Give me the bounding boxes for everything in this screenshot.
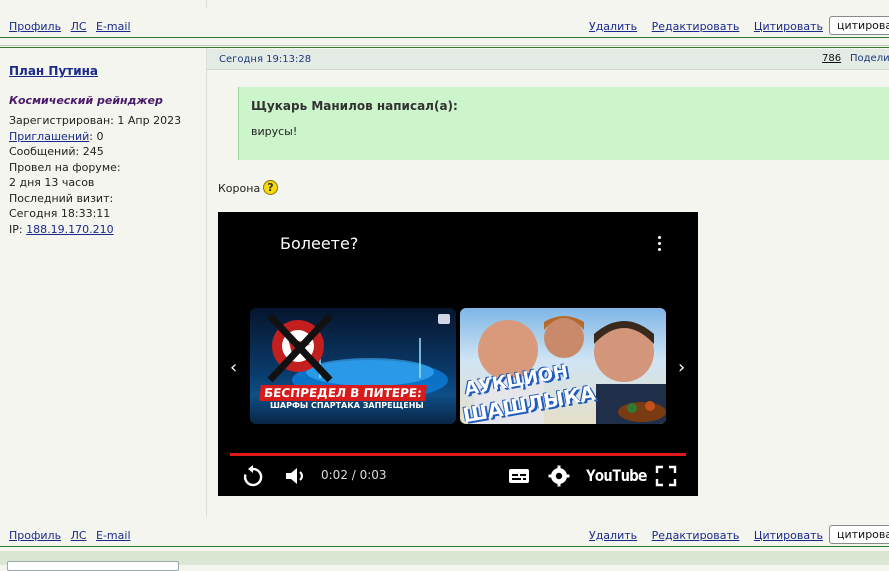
replay-icon[interactable] bbox=[242, 464, 264, 488]
post-date: Сегодня 19:13:28 bbox=[219, 54, 312, 65]
posts-count: Сообщений: 245 bbox=[9, 145, 104, 158]
carousel-prev-icon[interactable]: ‹ bbox=[230, 357, 237, 378]
username-link[interactable]: План Путина bbox=[9, 64, 98, 78]
last-visit-value: Сегодня 18:33:11 bbox=[9, 207, 111, 220]
progress-bar[interactable] bbox=[230, 453, 686, 456]
user-links: Профиль ЛС E-mail bbox=[9, 20, 137, 33]
invites-link[interactable]: Приглашений bbox=[9, 130, 89, 143]
delete-link[interactable]: Удалить bbox=[589, 20, 637, 33]
more-options-icon[interactable] bbox=[658, 236, 662, 254]
post-actions-bar-bottom: Профиль ЛС E-mail Удалить Редактировать … bbox=[0, 517, 889, 546]
related-video-thumbnail[interactable]: БЕСПРЕДЕЛ В ПИТЕРЕ: ШАРФЫ СПАРТАКА ЗАПРЕ… bbox=[250, 308, 456, 424]
pm-link[interactable]: ЛС bbox=[71, 529, 87, 542]
profile-link[interactable]: Профиль bbox=[9, 20, 61, 33]
pm-link[interactable]: ЛС bbox=[71, 20, 87, 33]
user-info: Зарегистрирован: 1 Апр 2023 Приглашений:… bbox=[9, 113, 181, 237]
quote-selection-button[interactable]: цитирова bbox=[829, 16, 889, 35]
email-link[interactable]: E-mail bbox=[96, 20, 131, 33]
post-text: Корона bbox=[218, 182, 261, 195]
ip-link[interactable]: 188.19.170.210 bbox=[26, 223, 113, 236]
quote-link[interactable]: Цитировать bbox=[754, 20, 823, 33]
post-header: Сегодня 19:13:28 786 Поделиться bbox=[207, 49, 889, 70]
user-rank: Космический рейнджер bbox=[9, 94, 163, 107]
volume-icon[interactable] bbox=[284, 464, 308, 488]
profile-link[interactable]: Профиль bbox=[9, 529, 61, 542]
column-separator bbox=[206, 48, 207, 518]
thumbnail-subcaption: ШАРФЫ СПАРТАКА ЗАПРЕЩЕНЫ bbox=[270, 401, 424, 410]
post-actions-bar-top: Профиль ЛС E-mail Удалить Редактировать … bbox=[0, 8, 889, 37]
question-emoticon-icon: ? bbox=[263, 180, 278, 195]
post-links: Удалить Редактировать Цитировать bbox=[589, 529, 834, 542]
invites-count: : 0 bbox=[89, 129, 104, 143]
fullscreen-icon[interactable] bbox=[655, 464, 677, 488]
quote-link[interactable]: Цитировать bbox=[754, 529, 823, 542]
edit-link[interactable]: Редактировать bbox=[652, 529, 740, 542]
ip-row: IP: 188.19.170.210 bbox=[9, 222, 181, 238]
invites-row: Приглашений: 0 bbox=[9, 129, 181, 145]
youtube-logo[interactable]: YouTube bbox=[586, 466, 647, 485]
time-on-forum-label: Провел на форуме: bbox=[9, 160, 121, 174]
quote-block: Щукарь Манилов написал(а): вирусы! bbox=[238, 87, 889, 160]
video-time: 0:02 / 0:03 bbox=[321, 468, 387, 482]
carousel-next-icon[interactable]: › bbox=[678, 357, 685, 378]
divider bbox=[0, 47, 889, 48]
share-link[interactable]: Поделиться bbox=[850, 53, 889, 64]
divider bbox=[0, 45, 889, 46]
delete-link[interactable]: Удалить bbox=[589, 529, 637, 542]
divider bbox=[0, 37, 889, 38]
next-post-strip bbox=[0, 551, 889, 571]
last-visit-label: Последний визит: bbox=[9, 191, 114, 205]
quote-text: вирусы! bbox=[251, 125, 298, 138]
video-title[interactable]: Болеете? bbox=[280, 234, 358, 253]
subtitles-icon[interactable] bbox=[508, 464, 530, 488]
divider bbox=[0, 546, 889, 547]
user-sidebar: План Путина Космический рейнджер Зарегис… bbox=[0, 49, 206, 517]
related-video-thumbnail[interactable]: АУКЦИОН ШАШЛЫКА bbox=[460, 308, 666, 424]
edit-link[interactable]: Редактировать bbox=[652, 20, 740, 33]
post-number-link[interactable]: 786 bbox=[822, 53, 841, 64]
registered-date: Зарегистрирован: 1 Апр 2023 bbox=[9, 114, 182, 127]
ip-label: IP: bbox=[9, 222, 27, 236]
quote-author: Щукарь Манилов написал(а): bbox=[251, 99, 458, 113]
thumbnail-caption: БЕСПРЕДЕЛ В ПИТЕРЕ: bbox=[259, 385, 427, 401]
youtube-embed[interactable]: Болеете? ‹ › БЕСПРЕДЕЛ В ПИТЕРЕ: ШАРФЫ С… bbox=[218, 212, 698, 496]
time-on-forum-value: 2 дня 13 часов bbox=[9, 176, 95, 189]
settings-icon[interactable] bbox=[548, 464, 570, 488]
next-post-box bbox=[7, 561, 179, 571]
post-links: Удалить Редактировать Цитировать bbox=[589, 20, 834, 33]
user-links: Профиль ЛС E-mail bbox=[9, 529, 137, 542]
email-link[interactable]: E-mail bbox=[96, 529, 131, 542]
quote-selection-button[interactable]: цитирова bbox=[829, 525, 889, 544]
